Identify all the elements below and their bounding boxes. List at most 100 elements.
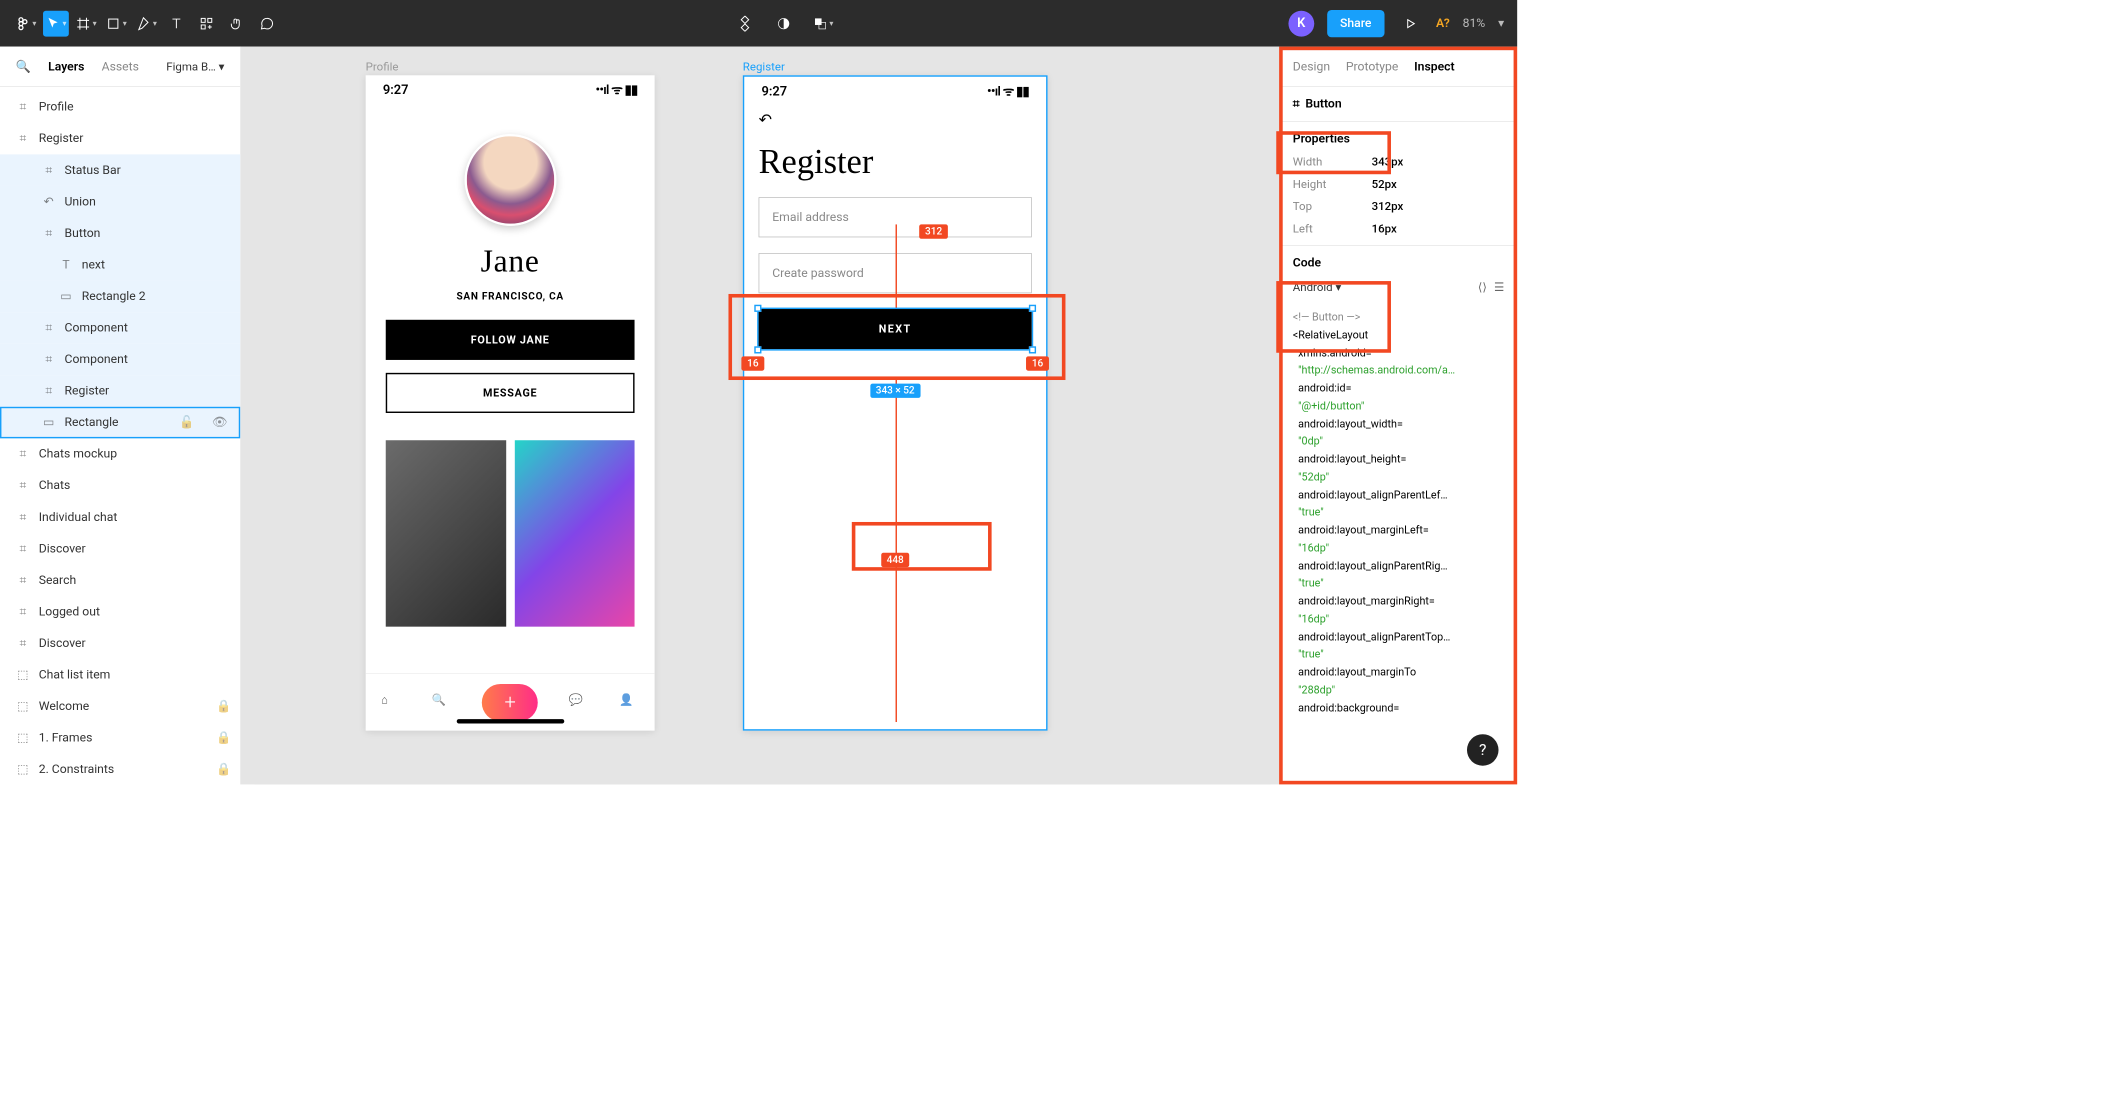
tab-prototype[interactable]: Prototype: [1346, 59, 1399, 73]
lock-icon[interactable]: 🔓: [179, 415, 194, 429]
comp-icon: ⬚: [16, 762, 30, 776]
resources-icon[interactable]: [194, 10, 220, 36]
status-bar: 9:27 ••ıl ᯤ ▮▮: [366, 75, 655, 104]
canvas-frame-register[interactable]: 9:27 ••ıl ᯤ ▮▮ ↶ Register Email address …: [743, 75, 1048, 730]
present-icon[interactable]: [1397, 10, 1423, 36]
pen-tool-icon[interactable]: ▾: [133, 10, 159, 36]
user-avatar[interactable]: K: [1288, 10, 1314, 36]
layer-item[interactable]: ⌗Logged out: [0, 596, 240, 628]
shape-tool-icon[interactable]: ▾: [103, 10, 129, 36]
search-icon[interactable]: 🔍: [16, 59, 31, 73]
layer-label: Chats: [39, 478, 71, 492]
code-block[interactable]: <!— Button —><RelativeLayout xmlns:andro…: [1280, 304, 1517, 729]
text-tool-icon[interactable]: [163, 10, 189, 36]
visibility-icon[interactable]: 👁: [212, 415, 227, 429]
status-time: 9:27: [761, 84, 787, 99]
mask-icon[interactable]: [771, 10, 797, 36]
code-icon[interactable]: ⟨⟩: [1478, 280, 1487, 294]
frame-label-profile[interactable]: Profile: [366, 60, 399, 74]
profile-avatar: [464, 134, 556, 226]
layer-item[interactable]: ⌗Chats mockup: [0, 438, 240, 470]
frame-label-register[interactable]: Register: [743, 60, 785, 74]
figma-menu-icon[interactable]: ▾: [13, 10, 39, 36]
frame-icon: ⌗: [42, 163, 56, 177]
layer-item[interactable]: ▭ Rectangle 🔓 👁: [0, 407, 240, 439]
left-panel-tabs: 🔍 Layers Assets Figma B… ▾: [0, 47, 240, 87]
layer-item[interactable]: ⌗Search: [0, 564, 240, 596]
frame-icon: ⌗: [16, 541, 30, 555]
measurement-line: [895, 378, 896, 722]
layer-item[interactable]: ↶Union: [0, 186, 240, 218]
comment-tool-icon[interactable]: [254, 10, 280, 36]
layer-item[interactable]: ⌗Discover: [0, 627, 240, 659]
lock-icon[interactable]: 🔒: [216, 731, 231, 745]
layer-item[interactable]: ⌗Discover: [0, 533, 240, 565]
frame-icon: ⌗: [16, 447, 30, 461]
prop-value: 52px: [1372, 177, 1397, 191]
status-bar: 9:27 ••ıl ᯤ ▮▮: [744, 77, 1046, 106]
code-platform-dropdown[interactable]: Android ▾: [1293, 280, 1341, 294]
layer-item[interactable]: ⌗Individual chat: [0, 501, 240, 533]
layer-item[interactable]: ⬚ 1. Frames 🔒: [0, 722, 240, 754]
layer-item[interactable]: ⌗Component: [0, 312, 240, 344]
lock-icon[interactable]: 🔒: [216, 762, 231, 776]
measure-size: 343 × 52: [870, 384, 920, 398]
toolbar: ▾ ▾ ▾ ▾ ▾ ▾ K Share A? 81%▾: [0, 0, 1517, 47]
hand-tool-icon[interactable]: [224, 10, 250, 36]
search-nav-icon: 🔍: [432, 692, 452, 712]
layer-item[interactable]: ⌗Chats: [0, 470, 240, 502]
layer-label: 1. Frames: [39, 731, 93, 745]
layer-item[interactable]: ⌗Register: [0, 123, 240, 155]
layer-item[interactable]: ⌗Register: [0, 375, 240, 407]
layer-item[interactable]: ⌗Status Bar: [0, 154, 240, 186]
tab-inspect[interactable]: Inspect: [1414, 59, 1454, 73]
back-icon: ↶: [744, 105, 1046, 129]
layer-item[interactable]: ⬚Chat list item: [0, 659, 240, 691]
layers-list[interactable]: ⌗Profile⌗Register⌗Status Bar↶Union⌗Butto…: [0, 87, 240, 785]
boolean-icon[interactable]: ▾: [810, 10, 836, 36]
lock-icon[interactable]: 🔒: [216, 699, 231, 713]
layer-label: Discover: [39, 636, 86, 650]
text-icon: T: [59, 257, 73, 271]
layer-label: Register: [39, 131, 84, 145]
frame-tool-icon[interactable]: ▾: [73, 10, 99, 36]
comp-icon: ⬚: [16, 731, 30, 745]
layer-item[interactable]: ⬚2. Constraints🔒: [0, 754, 240, 785]
measure-left: 16: [741, 356, 764, 370]
layer-item[interactable]: Tnext: [0, 249, 240, 281]
layer-item[interactable]: ▭Rectangle 2: [0, 280, 240, 312]
tab-design[interactable]: Design: [1293, 59, 1330, 73]
profile-name: Jane: [366, 243, 655, 280]
rect-icon: ▭: [42, 415, 56, 429]
layer-label: Component: [65, 352, 128, 366]
list-icon[interactable]: ☰: [1494, 280, 1504, 294]
measure-top: 312: [919, 224, 948, 238]
canvas[interactable]: Profile 9:27 ••ıl ᯤ ▮▮ Jane SAN FRANCISC…: [241, 47, 1279, 785]
frame-icon: ⌗: [42, 384, 56, 398]
layer-item[interactable]: ⌗Button: [0, 217, 240, 249]
next-button-selected[interactable]: NEXT: [759, 309, 1032, 349]
prop-label: Top: [1293, 199, 1372, 213]
frame-icon: ⌗: [1293, 97, 1300, 111]
chat-icon: 💬: [569, 692, 589, 712]
move-tool-icon[interactable]: ▾: [43, 10, 69, 36]
canvas-frame-profile[interactable]: 9:27 ••ıl ᯤ ▮▮ Jane SAN FRANCISCO, CA FO…: [366, 75, 655, 730]
measure-right: 16: [1026, 356, 1049, 370]
tab-layers[interactable]: Layers: [48, 59, 84, 73]
selection-section: ⌗ Button: [1280, 87, 1517, 122]
zoom-level[interactable]: 81%: [1463, 16, 1486, 30]
home-indicator: [456, 719, 564, 723]
prop-label: Left: [1293, 222, 1372, 236]
layer-item[interactable]: ⌗Component: [0, 343, 240, 375]
help-button[interactable]: ?: [1467, 734, 1499, 766]
share-button[interactable]: Share: [1327, 10, 1384, 37]
next-label: NEXT: [879, 323, 912, 336]
component-icon[interactable]: [732, 10, 758, 36]
gallery: [386, 440, 635, 626]
tab-assets[interactable]: Assets: [102, 59, 139, 73]
file-dropdown[interactable]: Figma B… ▾: [166, 60, 224, 74]
register-title: Register: [744, 129, 1046, 181]
layer-label: Rectangle: [65, 415, 119, 429]
layer-item[interactable]: ⌗Profile: [0, 91, 240, 123]
layer-item[interactable]: ⬚Welcome🔒: [0, 690, 240, 722]
